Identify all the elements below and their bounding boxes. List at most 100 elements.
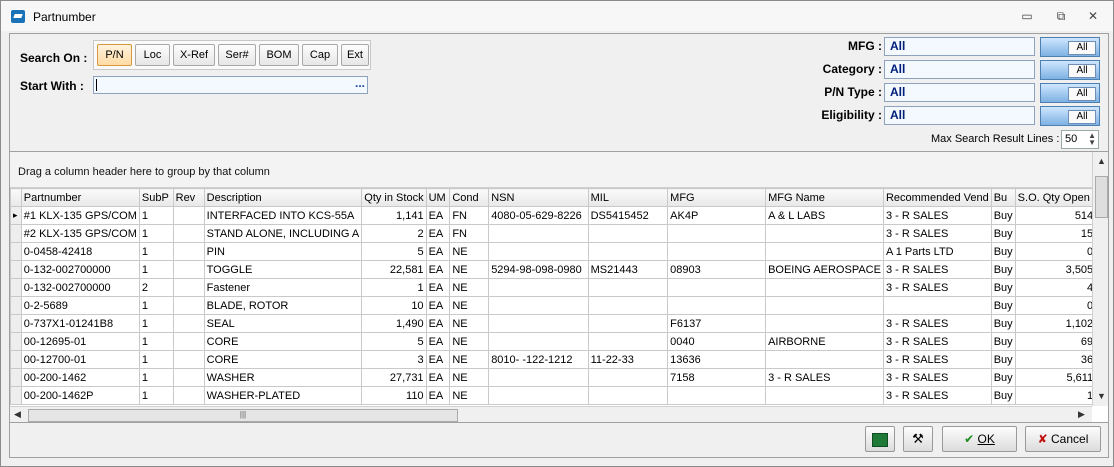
grid-cell[interactable]: [172, 296, 205, 315]
grid-cell[interactable]: EA: [425, 350, 451, 369]
grid-cell[interactable]: Buy: [990, 260, 1016, 279]
grid-cell[interactable]: [587, 368, 669, 387]
grid-cell[interactable]: [667, 224, 767, 243]
column-header[interactable]: Qty in Stock: [361, 188, 427, 207]
pn-type-all-button[interactable]: All: [1040, 83, 1100, 103]
grid-cell[interactable]: 1: [138, 242, 174, 261]
grid-cell[interactable]: 0-0458-42418: [20, 242, 140, 261]
grid-cell[interactable]: [488, 224, 589, 243]
grid-cell[interactable]: [488, 386, 589, 405]
row-indicator[interactable]: [10, 350, 22, 369]
grid-cell[interactable]: 0040: [667, 332, 767, 351]
grid-cell[interactable]: 36: [1014, 350, 1097, 369]
grid-cell[interactable]: [587, 278, 669, 297]
table-row[interactable]: 00-12700-01 1 CORE 3 EA NE 8010- -122-1212 11-2…: [10, 350, 1108, 369]
column-header[interactable]: S.O. Qty Open: [1014, 188, 1097, 207]
grid-cell[interactable]: [765, 350, 884, 369]
grid-cell[interactable]: 15: [1014, 224, 1097, 243]
grid-cell[interactable]: EA: [425, 314, 451, 333]
grid-cell[interactable]: Buy: [990, 350, 1016, 369]
grid-cell[interactable]: [667, 386, 767, 405]
search-on-serial-button[interactable]: Ser#: [218, 44, 256, 66]
grid-cell[interactable]: SEAL: [203, 314, 363, 333]
grid-cell[interactable]: [882, 296, 992, 315]
search-on-ext-button[interactable]: Ext: [341, 44, 369, 66]
grid-cell[interactable]: Buy: [990, 242, 1016, 261]
scroll-right-icon[interactable]: ▶: [1078, 409, 1085, 420]
row-indicator[interactable]: [10, 242, 22, 261]
grid-cell[interactable]: Buy: [990, 296, 1016, 315]
grid-cell[interactable]: 10: [361, 296, 427, 315]
minimize-icon[interactable]: ▭: [1013, 7, 1041, 25]
grid-cell[interactable]: 11-22-33: [587, 350, 669, 369]
grid-cell[interactable]: [587, 296, 669, 315]
grid-cell[interactable]: [667, 296, 767, 315]
search-on-loc-button[interactable]: Loc: [135, 44, 170, 66]
column-header[interactable]: MIL: [587, 188, 669, 207]
grid-cell[interactable]: 3 - R SALES: [882, 260, 992, 279]
grid-cell[interactable]: 0: [1014, 242, 1097, 261]
grid-cell[interactable]: 1: [138, 368, 174, 387]
row-indicator[interactable]: [10, 368, 22, 387]
grid-cell[interactable]: [172, 314, 205, 333]
grid-cell[interactable]: TOGGLE: [203, 260, 363, 279]
grid-cell[interactable]: EA: [425, 332, 451, 351]
grid-cell[interactable]: [172, 224, 205, 243]
grid-cell[interactable]: [587, 386, 669, 405]
table-row[interactable]: 0-2-5689 1 BLADE, ROTOR 10 EA NE Buy 0: [10, 296, 1108, 315]
column-header[interactable]: Description: [203, 188, 363, 207]
grid-cell[interactable]: 1: [1014, 386, 1097, 405]
grid-cell[interactable]: NE: [449, 386, 490, 405]
grid-cell[interactable]: 13636: [667, 350, 767, 369]
grid-cell[interactable]: #2 KLX-135 GPS/COM: [20, 224, 140, 243]
grid-cell[interactable]: 1: [138, 350, 174, 369]
close-icon[interactable]: ✕: [1079, 7, 1107, 25]
eligibility-field[interactable]: All: [884, 106, 1035, 125]
grid-cell[interactable]: WASHER: [203, 368, 363, 387]
grid-cell[interactable]: A & L LABS: [765, 206, 884, 225]
grid-cell[interactable]: 1,490: [361, 314, 427, 333]
grid-cell[interactable]: 5,611: [1014, 368, 1097, 387]
column-header[interactable]: MFG Name: [765, 188, 884, 207]
grid-cell[interactable]: 1: [361, 278, 427, 297]
pn-type-field[interactable]: All: [884, 83, 1035, 102]
grid-cell[interactable]: DS5415452: [587, 206, 669, 225]
grid-cell[interactable]: Buy: [990, 206, 1016, 225]
grid-cell[interactable]: 4080-05-629-8226: [488, 206, 589, 225]
grid-cell[interactable]: 7158: [667, 368, 767, 387]
column-header[interactable]: MFG: [667, 188, 767, 207]
scroll-up-icon[interactable]: ▲: [1097, 156, 1106, 166]
grid-cell[interactable]: 1: [138, 260, 174, 279]
group-by-area[interactable]: Drag a column header here to group by th…: [10, 152, 1092, 188]
grid-cell[interactable]: [587, 314, 669, 333]
grid-cell[interactable]: INTERFACED INTO KCS-55A: [203, 206, 363, 225]
column-header[interactable]: Cond: [449, 188, 490, 207]
grid-cell[interactable]: [172, 368, 205, 387]
table-row[interactable]: 00-200-1462 1 WASHER 27,731 EA NE 7158 3 - R SA…: [10, 368, 1108, 387]
row-indicator[interactable]: [10, 332, 22, 351]
grid-cell[interactable]: [172, 332, 205, 351]
grid-cell[interactable]: [488, 368, 589, 387]
grid-cell[interactable]: NE: [449, 350, 490, 369]
grid-cell[interactable]: 2: [138, 278, 174, 297]
export-excel-button[interactable]: [865, 426, 895, 452]
search-on-xref-button[interactable]: X-Ref: [173, 44, 215, 66]
eligibility-all-button[interactable]: All: [1040, 106, 1100, 126]
grid-cell[interactable]: EA: [425, 386, 451, 405]
grid-cell[interactable]: 1: [138, 314, 174, 333]
grid-cell[interactable]: [667, 242, 767, 261]
grid-cell[interactable]: 3: [361, 350, 427, 369]
grid-cell[interactable]: 110: [361, 386, 427, 405]
mfg-all-button[interactable]: All: [1040, 37, 1100, 57]
grid-cell[interactable]: 5: [361, 242, 427, 261]
restore-icon[interactable]: ⧉: [1047, 7, 1075, 25]
table-row[interactable]: #2 KLX-135 GPS/COM 1 STAND ALONE, INCLUDIN…: [10, 224, 1108, 243]
column-header[interactable]: NSN: [488, 188, 589, 207]
grid-cell[interactable]: 3 - R SALES: [882, 386, 992, 405]
table-row[interactable]: 00-12695-01 1 CORE 5 EA NE 0040 AIRBORNE 3 - R S…: [10, 332, 1108, 351]
column-header[interactable]: Bu: [990, 188, 1016, 207]
horizontal-scrollbar[interactable]: ◀ ||| ▶: [10, 406, 1092, 422]
grid-cell[interactable]: [488, 314, 589, 333]
grid-cell[interactable]: A 1 Parts LTD: [882, 242, 992, 261]
grid-cell[interactable]: NE: [449, 314, 490, 333]
